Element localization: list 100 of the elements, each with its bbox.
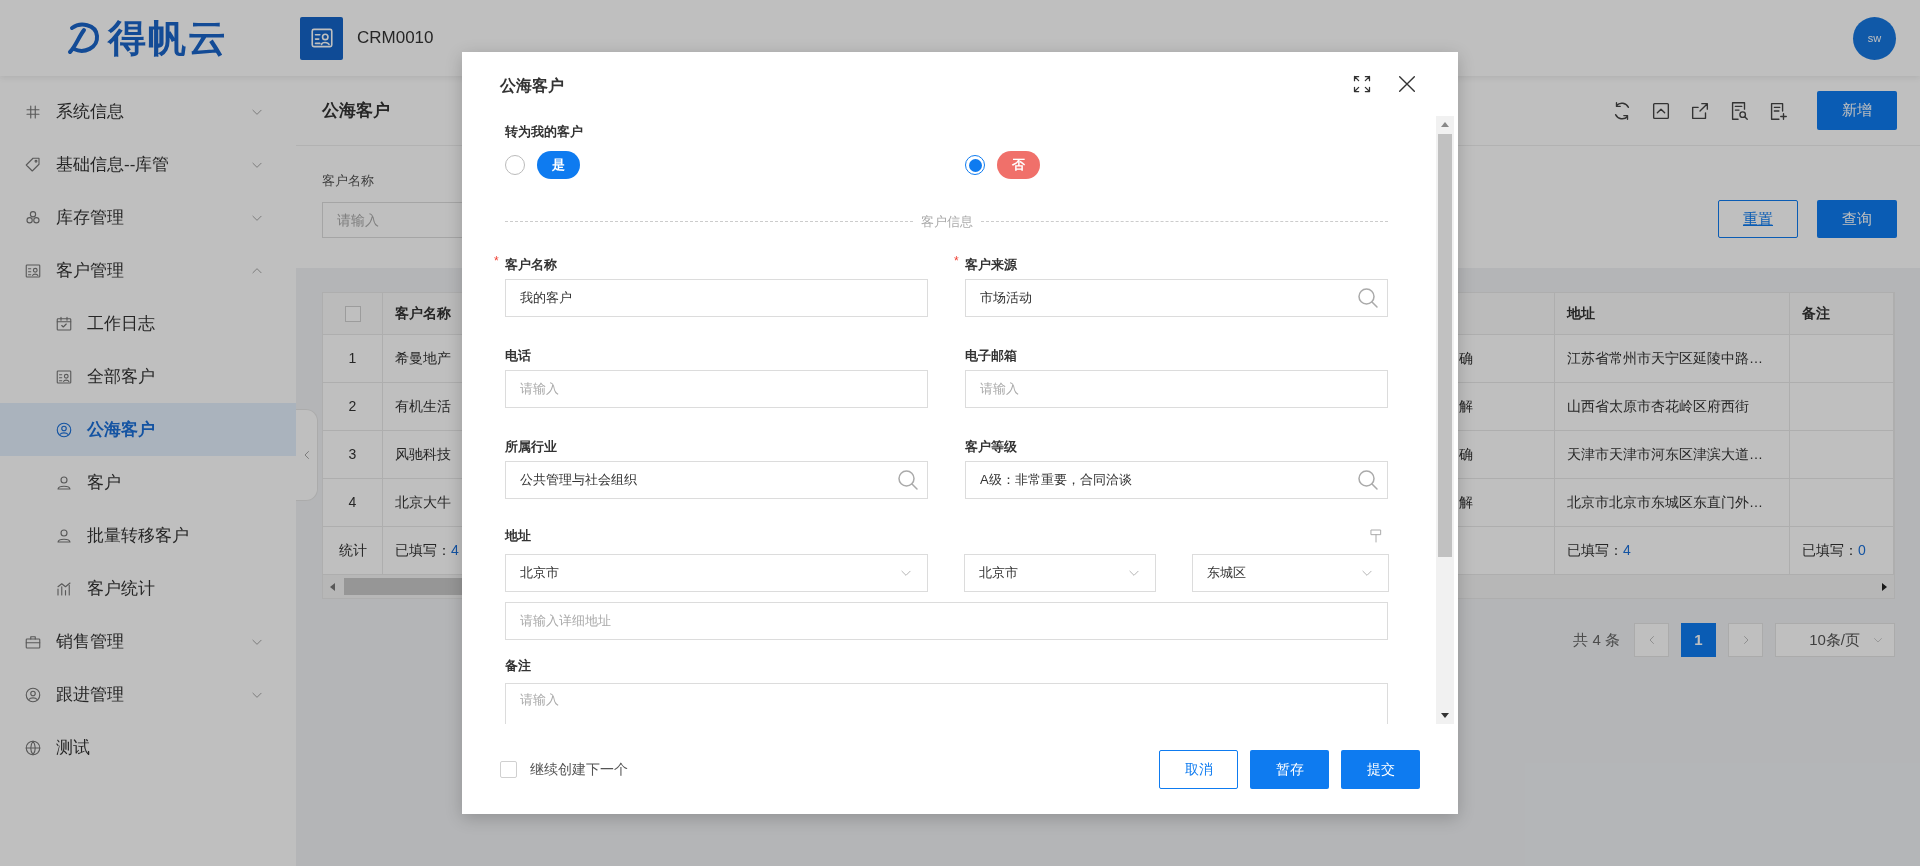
page-button[interactable]: 1 (1681, 623, 1716, 657)
scroll-left-icon[interactable] (328, 581, 338, 592)
radio-button[interactable] (965, 155, 985, 175)
table-cell-text: 江苏省常州市天宁区延陵中路… (1567, 349, 1763, 368)
remarks-field[interactable]: 请输入 (505, 682, 1388, 724)
select-field[interactable]: 东城区 (1192, 553, 1389, 592)
table-cell-text: 确 (1459, 445, 1473, 464)
page-title: 公海客户 (322, 99, 390, 122)
user-avatar[interactable]: sw (1853, 16, 1896, 60)
field-label: 客户等级 (965, 438, 1017, 454)
sidebar-item[interactable]: 系统信息 (0, 85, 296, 138)
table-cell-text: 山西省太原市杏花岭区府西街 (1567, 397, 1749, 416)
sidebar-item[interactable]: 批量转移客户 (0, 509, 296, 562)
sidebar-item[interactable]: 销售管理 (0, 615, 296, 668)
column-header: 客户名称 (395, 304, 451, 323)
table-cell-text: 天津市天津市河东区津滨大道… (1567, 445, 1763, 464)
checkbox[interactable] (500, 760, 517, 778)
new-button[interactable]: 新增 (1817, 91, 1897, 130)
scroll-up-icon[interactable] (1440, 120, 1450, 130)
vertical-scrollbar[interactable] (1436, 116, 1454, 724)
table-cell-text: 确 (1459, 349, 1473, 368)
select-field[interactable]: 北京市 (505, 553, 928, 592)
sidebar-item[interactable]: 测试 (0, 721, 296, 774)
close-icon[interactable] (1396, 73, 1418, 95)
summary-title: 统计 (338, 541, 367, 560)
sidebar-item[interactable]: 全部客户 (0, 350, 296, 403)
summary-count: 4 (451, 541, 459, 560)
dialog-button[interactable]: 暂存 (1250, 749, 1329, 789)
collapse-handle[interactable] (296, 409, 318, 501)
sidebar-item[interactable]: 库存管理 (0, 191, 296, 244)
row-number: 2 (348, 397, 357, 416)
lookup-field[interactable]: 公共管理与社会组织 (505, 460, 928, 499)
total-count: 共 4 条 (1573, 629, 1620, 650)
calendar-icon (55, 314, 73, 333)
table-cell-text: 有机生活 (395, 397, 451, 416)
tag-icon (24, 155, 42, 174)
select-all-checkbox[interactable] (344, 305, 361, 322)
column-header: 地址 (1567, 304, 1595, 323)
search-icon[interactable] (896, 467, 920, 492)
table-cell-text: 解 (1459, 493, 1473, 512)
summary-label: 已填写： (1802, 541, 1858, 560)
dialog-button[interactable]: 取消 (1159, 749, 1238, 789)
lookup-field[interactable]: A级：非常重要，合同洽谈 (965, 460, 1388, 499)
required-asterisk: * (494, 252, 499, 270)
select-field[interactable]: 北京市 (964, 553, 1156, 592)
radio-button[interactable] (505, 155, 525, 175)
reset-button[interactable]: 重置 (1718, 200, 1798, 238)
signpost-icon[interactable] (1368, 527, 1384, 544)
dialog-title: 公海客户 (500, 76, 564, 96)
checkbox-label: 继续创建下一个 (530, 759, 628, 779)
field-label: 地址 (505, 526, 531, 545)
summary-count: 0 (1858, 541, 1866, 560)
sidebar-item[interactable]: 客户 (0, 456, 296, 509)
user-circle-icon (24, 685, 42, 704)
input-field[interactable]: 请输入 (505, 369, 928, 408)
row-number: 4 (348, 493, 357, 512)
table-cell-text: 解 (1459, 397, 1473, 416)
user-circle-icon (55, 420, 73, 439)
user-icon (55, 473, 73, 492)
sidebar-item[interactable]: 客户管理 (0, 244, 296, 297)
field-label: 备注 (505, 656, 532, 674)
field-label: 电话 (505, 347, 531, 363)
dialog-button[interactable]: 提交 (1341, 749, 1420, 789)
summary-label: 已填写： (1567, 541, 1623, 560)
sidebar-item[interactable]: 工作日志 (0, 297, 296, 350)
summary-count: 4 (1623, 541, 1631, 560)
scrollbar-thumb[interactable] (1438, 134, 1452, 557)
summary-label: 已填写： (395, 541, 451, 560)
table-cell-text: 风驰科技 (395, 445, 451, 464)
table-cell-text: 北京大牛 (395, 493, 451, 512)
field-label: 客户来源 (965, 256, 1017, 272)
scroll-down-icon[interactable] (1440, 710, 1450, 720)
field-label: 客户名称 (505, 256, 557, 272)
user-icon (55, 526, 73, 545)
input-field[interactable]: 我的客户 (505, 278, 928, 317)
sidebar-item[interactable]: 跟进管理 (0, 668, 296, 721)
option-tag: 否 (997, 151, 1040, 179)
id-card-icon (55, 367, 73, 386)
sidebar-item[interactable]: 客户统计 (0, 562, 296, 615)
column-header: 备注 (1802, 304, 1830, 323)
lookup-field[interactable]: 市场活动 (965, 278, 1388, 317)
sidebar-item[interactable]: 基础信息--库管 (0, 138, 296, 191)
address-detail-field[interactable]: 请输入详细地址 (505, 601, 1388, 640)
table-cell-text: 希曼地产 (395, 349, 451, 368)
app-code: CRM0010 (357, 27, 434, 50)
row-number: 1 (348, 349, 357, 368)
fullscreen-icon[interactable] (1352, 74, 1372, 94)
page-size-select[interactable]: 10条/页 (1775, 623, 1895, 657)
field-label: 转为我的客户 (505, 123, 584, 140)
section-divider-label: 客户信息 (920, 213, 973, 231)
id-card-icon (24, 261, 42, 280)
sidebar-item[interactable]: 公海客户 (0, 403, 296, 456)
search-icon[interactable] (1356, 467, 1380, 492)
scroll-right-icon[interactable] (1879, 581, 1889, 592)
table-cell-text: 北京市北京市东城区东直门外… (1567, 493, 1763, 512)
search-button[interactable]: 查询 (1817, 200, 1897, 238)
search-icon[interactable] (1356, 285, 1380, 310)
globe-icon (24, 738, 42, 757)
row-number: 3 (348, 445, 357, 464)
input-field[interactable]: 请输入 (965, 369, 1388, 408)
